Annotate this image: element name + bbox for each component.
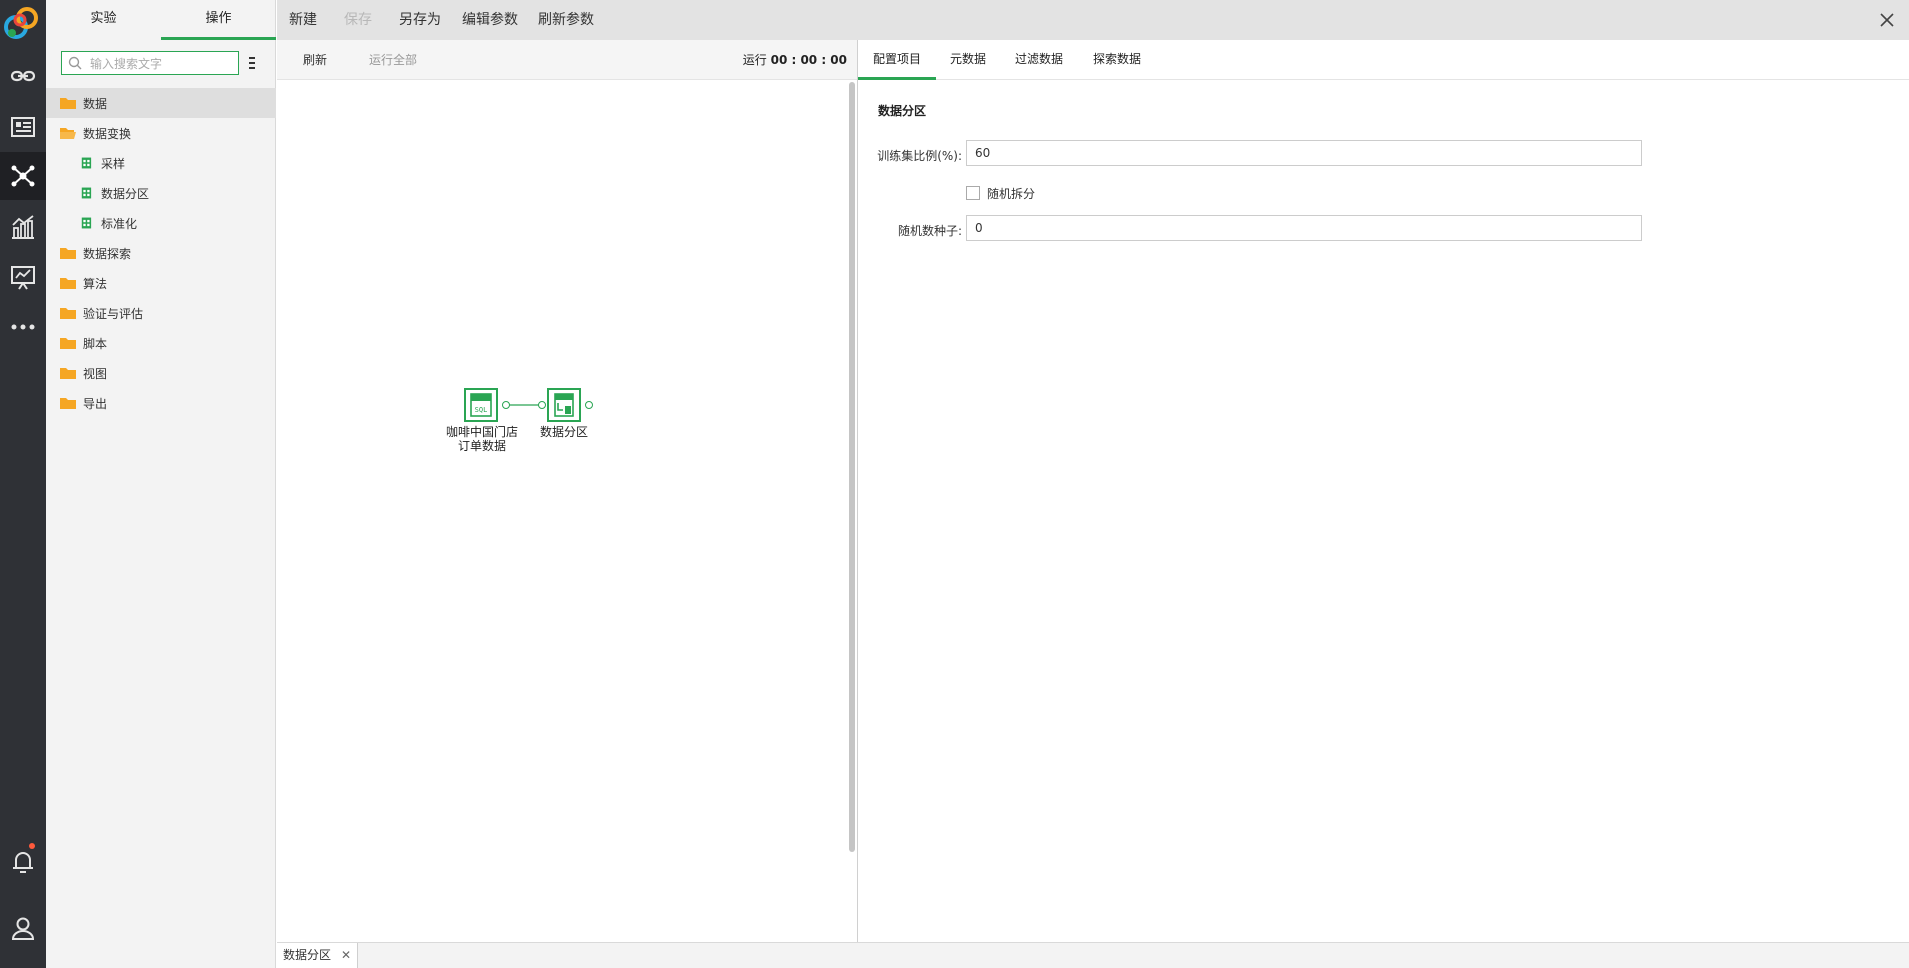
tree-folder-export[interactable]: 导出 bbox=[46, 388, 276, 418]
tree-label: 视图 bbox=[83, 366, 108, 381]
node-source-label: 咖啡中国门店 订单数据 bbox=[444, 425, 520, 453]
config-panel: 配置项目 元数据 过滤数据 探索数据 数据分区 训练集比例(%): 随机拆分 随… bbox=[858, 40, 1909, 942]
tree-label: 数据分区 bbox=[101, 186, 150, 201]
canvas-scrollbar[interactable] bbox=[849, 82, 855, 852]
folder-icon bbox=[60, 398, 76, 409]
node-source-label-line1: 咖啡中国门店 bbox=[445, 425, 518, 439]
search-input[interactable] bbox=[88, 53, 237, 75]
node-source-label-line2: 订单数据 bbox=[457, 439, 506, 453]
node-partition-label: 数据分区 bbox=[539, 425, 588, 439]
run-all-button[interactable]: 运行全部 bbox=[369, 40, 417, 80]
folder-icon bbox=[60, 278, 76, 289]
tree-label: 数据探索 bbox=[83, 246, 132, 261]
run-timer-label: 运行 bbox=[742, 53, 767, 67]
notification-bell-icon[interactable] bbox=[0, 838, 46, 886]
new-button[interactable]: 新建 bbox=[289, 0, 317, 40]
svg-text:SQL: SQL bbox=[475, 406, 488, 414]
tree-folder-explore[interactable]: 数据探索 bbox=[46, 238, 276, 268]
tree-op-partition[interactable]: 数据分区 bbox=[46, 178, 276, 208]
random-seed-label: 随机数种子: bbox=[897, 224, 962, 238]
operator-panel: 实验 操作 数据 数据变换 采样 数据分区 标准化 数据探索 bbox=[46, 0, 276, 968]
folder-icon bbox=[60, 98, 76, 109]
chart-icon[interactable] bbox=[0, 203, 46, 251]
edit-params-button[interactable]: 编辑参数 bbox=[462, 0, 518, 40]
section-title: 数据分区 bbox=[878, 104, 927, 118]
save-button[interactable]: 保存 bbox=[344, 0, 372, 40]
tree-folder-algorithm[interactable]: 算法 bbox=[46, 268, 276, 298]
app-logo bbox=[0, 0, 46, 46]
tab-metadata[interactable]: 元数据 bbox=[936, 40, 1000, 80]
tree-folder-evaluation[interactable]: 验证与评估 bbox=[46, 298, 276, 328]
tree-folder-script[interactable]: 脚本 bbox=[46, 328, 276, 358]
node-partition[interactable] bbox=[547, 388, 581, 422]
tree-folder-view[interactable]: 视图 bbox=[46, 358, 276, 388]
operator-icon bbox=[81, 217, 92, 229]
tree-label: 验证与评估 bbox=[83, 306, 144, 321]
tree-label: 数据变换 bbox=[83, 126, 132, 141]
panel-tabs: 实验 操作 bbox=[46, 0, 276, 40]
tree-label: 数据 bbox=[83, 96, 108, 111]
config-tabs: 配置项目 元数据 过滤数据 探索数据 bbox=[858, 40, 1909, 80]
run-timer-value: 00 : 00 : 00 bbox=[770, 53, 847, 67]
operator-icon bbox=[81, 187, 92, 199]
canvas-toolbar: 刷新 运行全部 运行 00 : 00 : 00 bbox=[277, 40, 857, 80]
tab-explore-data[interactable]: 探索数据 bbox=[1078, 40, 1156, 80]
tab-filter-data[interactable]: 过滤数据 bbox=[1000, 40, 1078, 80]
tree-op-sample[interactable]: 采样 bbox=[46, 148, 276, 178]
train-ratio-label: 训练集比例(%): bbox=[877, 149, 962, 163]
operator-icon bbox=[81, 157, 92, 169]
tree-folder-transform[interactable]: 数据变换 bbox=[46, 118, 276, 148]
presentation-icon[interactable] bbox=[0, 253, 46, 301]
top-toolbar: 新建 保存 另存为 编辑参数 刷新参数 bbox=[277, 0, 1909, 40]
tree-label: 标准化 bbox=[101, 216, 138, 231]
bottom-tab[interactable]: 数据分区 ✕ bbox=[277, 943, 358, 968]
tab-config[interactable]: 配置项目 bbox=[858, 40, 936, 80]
output-port[interactable] bbox=[585, 401, 593, 409]
search-box[interactable] bbox=[61, 51, 239, 75]
list-menu-icon[interactable] bbox=[246, 55, 258, 71]
tab-experiment[interactable]: 实验 bbox=[46, 0, 161, 40]
refresh-params-button[interactable]: 刷新参数 bbox=[538, 0, 594, 40]
tree-folder-data[interactable]: 数据 bbox=[46, 88, 276, 118]
workflow-canvas[interactable]: SQL 咖啡中国门店 订单数据 数据分区 bbox=[277, 80, 857, 942]
folder-icon bbox=[60, 308, 76, 319]
search-icon bbox=[68, 56, 82, 70]
run-timer: 运行 00 : 00 : 00 bbox=[743, 40, 847, 80]
operator-tree: 数据 数据变换 采样 数据分区 标准化 数据探索 算法 验证与评估 脚本 视图 … bbox=[46, 88, 276, 418]
close-icon[interactable] bbox=[1877, 10, 1897, 30]
tree-label: 算法 bbox=[83, 276, 108, 291]
tab-operators[interactable]: 操作 bbox=[161, 0, 276, 40]
folder-icon bbox=[60, 368, 76, 379]
partition-icon bbox=[554, 393, 574, 417]
nav-rail bbox=[0, 0, 46, 968]
tree-label: 导出 bbox=[83, 396, 108, 411]
sql-icon: SQL bbox=[470, 393, 492, 417]
output-port[interactable] bbox=[502, 401, 510, 409]
bottom-tab-label: 数据分区 bbox=[283, 948, 332, 962]
random-split-checkbox[interactable] bbox=[966, 186, 980, 200]
notification-dot bbox=[29, 843, 35, 849]
random-seed-input[interactable] bbox=[966, 215, 1642, 241]
tree-label: 采样 bbox=[101, 156, 126, 171]
node-source[interactable]: SQL bbox=[464, 388, 498, 422]
folder-icon bbox=[60, 248, 76, 259]
more-icon[interactable] bbox=[0, 303, 46, 351]
document-list-icon[interactable] bbox=[0, 103, 46, 151]
bottom-tab-bar: 数据分区 ✕ bbox=[277, 942, 1909, 968]
input-port[interactable] bbox=[538, 401, 546, 409]
user-icon[interactable] bbox=[0, 904, 46, 952]
tree-label: 脚本 bbox=[83, 336, 108, 351]
save-as-button[interactable]: 另存为 bbox=[399, 0, 441, 40]
link-icon[interactable] bbox=[0, 52, 46, 100]
refresh-button[interactable]: 刷新 bbox=[303, 40, 327, 80]
train-ratio-input[interactable] bbox=[966, 140, 1642, 166]
folder-icon bbox=[60, 338, 76, 349]
folder-open-icon bbox=[60, 128, 76, 139]
close-tab-icon[interactable]: ✕ bbox=[341, 943, 351, 967]
tree-op-normalize[interactable]: 标准化 bbox=[46, 208, 276, 238]
workflow-icon[interactable] bbox=[0, 152, 46, 200]
random-split-label: 随机拆分 bbox=[987, 187, 1036, 201]
